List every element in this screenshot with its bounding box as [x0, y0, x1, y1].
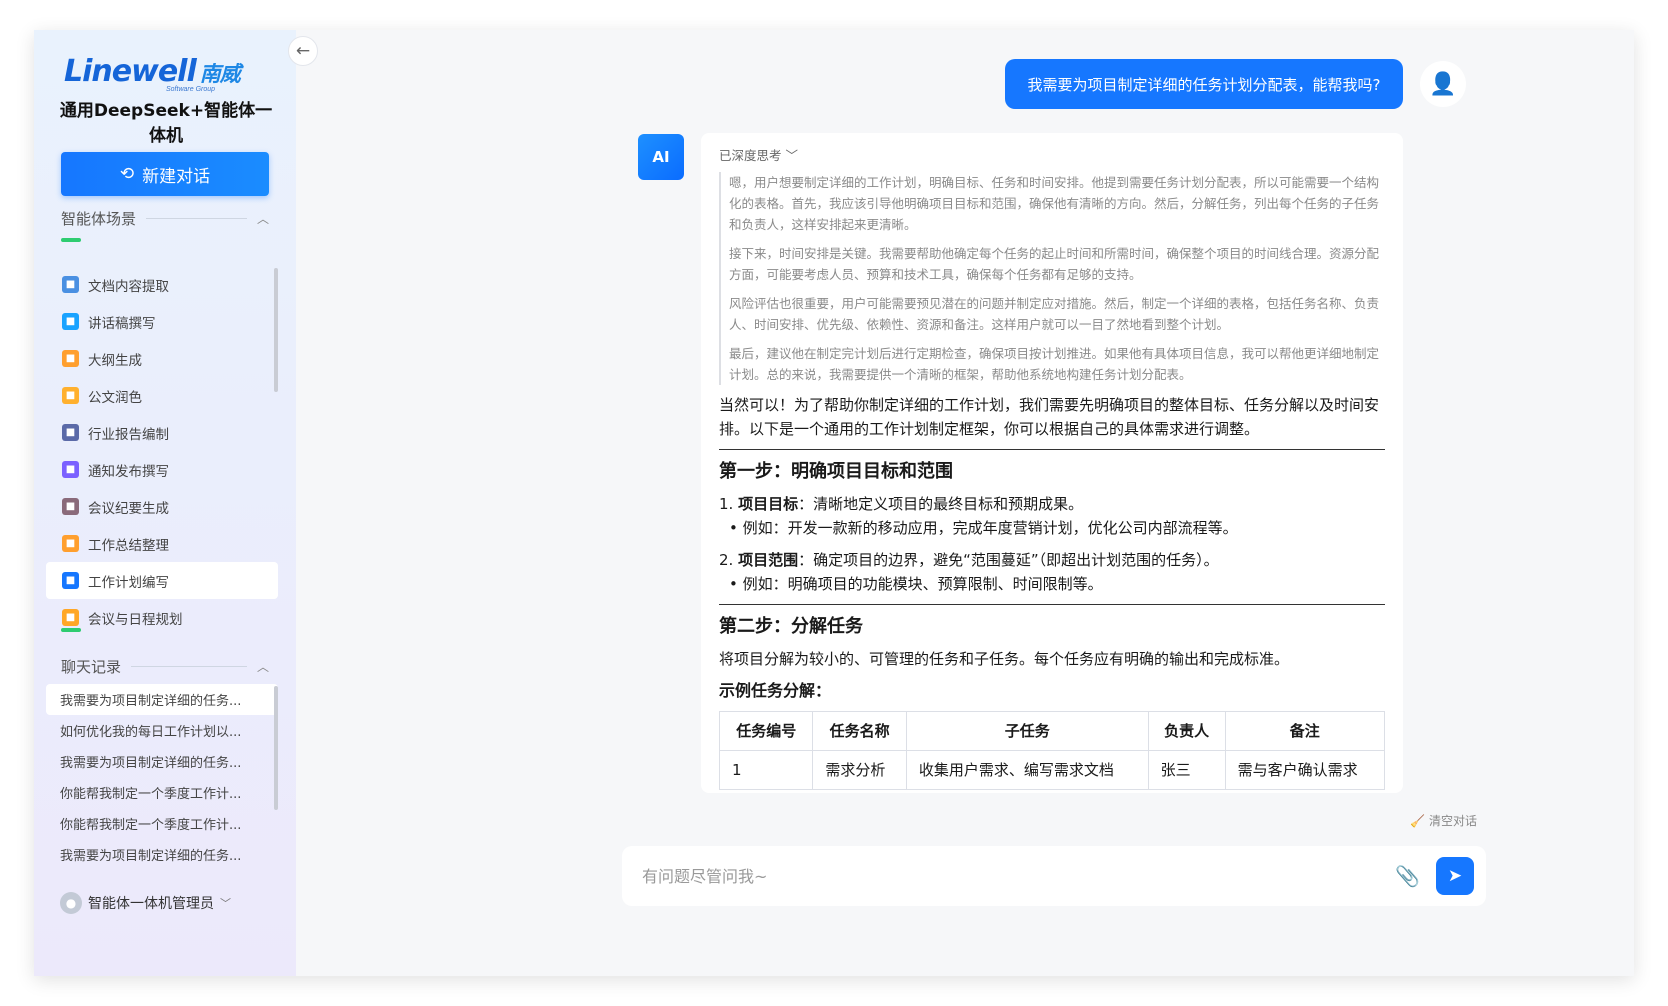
history-item[interactable]: 我需要为项目制定详细的任务...	[46, 746, 278, 777]
polish-icon: ■	[62, 387, 79, 404]
think-paragraph: 最后，建议他在制定完计划后进行定期检查，确保项目按计划推进。如果他有具体项目信息…	[729, 346, 1380, 382]
step2-title: 第二步：分解任务	[719, 616, 863, 637]
attachment-icon[interactable]: 📎	[1395, 864, 1420, 888]
step2-text: 将项目分解为较小的、可管理的任务和子任务。每个任务应有明确的输出和完成标准。	[719, 650, 1290, 668]
scene-section-header[interactable]: 智能体场景 ︿	[61, 208, 269, 229]
history-scrollbar[interactable]	[274, 686, 278, 810]
table-row: 1 需求分析 收集用户需求、编写需求文档 张三 需与客户确认需求	[718, 750, 1386, 790]
minutes-icon: ■	[62, 498, 79, 515]
clear-chat-button[interactable]: 🧹 清空对话	[1410, 812, 1477, 829]
table-header-cell: 任务名称	[812, 711, 907, 751]
user-avatar-icon: 👤	[1420, 61, 1466, 107]
user-message-bubble: 我需要为项目制定详细的任务计划分配表，能帮我吗?	[1005, 59, 1403, 109]
scene-item-label: 大纲生成	[88, 352, 142, 369]
scene-item[interactable]: ■ 讲话稿撰写	[46, 303, 278, 340]
scene-item[interactable]: ■ 文档内容提取	[46, 266, 278, 303]
chat-input[interactable]	[642, 866, 1396, 886]
step1-item1: 1. 项目目标：清晰地定义项目的最终目标和预期成果。	[719, 495, 1084, 513]
table-title: 示例任务分解：	[719, 681, 832, 700]
scroll-indicator-bottom	[61, 628, 81, 632]
scene-item-label: 会议与日程规划	[88, 611, 183, 628]
history-item[interactable]: 如何优化我的每日工作计划以...	[46, 715, 278, 746]
task-table: 任务编号 任务名称 子任务 负责人 备注 1 需求分析 收集用户需求、编写需求文档 张三 需与客…	[718, 711, 1386, 790]
step1-item1-example: • 例如：开发一款新的移动应用，完成年度营销计划，优化公司内部流程等。	[729, 519, 1238, 537]
scene-item-label: 会议纪要生成	[88, 500, 169, 517]
speech-icon: ■	[62, 313, 79, 330]
plan-icon: ■	[62, 572, 79, 589]
scene-item-label: 公文润色	[88, 389, 142, 406]
scene-item-label: 文档内容提取	[88, 278, 169, 295]
answer-content: 当然可以！为了帮助你制定详细的工作计划，我们需要先明确项目的整体目标、任务分解以…	[718, 393, 1386, 790]
chevron-up-icon[interactable]: ︿	[257, 658, 269, 675]
user-menu[interactable]: ● 智能体一体机管理员 ﹀	[60, 892, 231, 914]
scene-item[interactable]: ■ 公文润色	[46, 377, 278, 414]
report-icon: ■	[62, 424, 79, 441]
think-paragraph: 嗯，用户想要制定详细的工作计划，明确目标、任务和时间安排。他提到需要任务计划分配…	[729, 175, 1380, 232]
user-avatar-icon: ●	[60, 892, 82, 914]
sidebar: Linewell 南威 Software Group 通用DeepSeek+智能体…	[34, 30, 296, 976]
step1-title: 第一步：明确项目目标和范围	[719, 461, 953, 482]
scene-item-label: 工作总结整理	[88, 537, 169, 554]
scene-list: ■ 文档内容提取 ■ 讲话稿撰写 ■ 大纲生成 ■ 公文润色 ■ 行业报告编制 ■ 通知发布撰写 ■ 会议…	[46, 266, 278, 636]
chat-input-box: 📎 ➤	[622, 846, 1486, 906]
send-button[interactable]: ➤	[1436, 857, 1474, 895]
scene-item[interactable]: ■ 行业报告编制	[46, 414, 278, 451]
ai-response-card: 已深度思考 ﹀ 嗯，用户想要制定详细的工作计划，明确目标、任务和时间安排。他提到…	[701, 133, 1403, 793]
history-item[interactable]: 我需要为项目制定详细的任务...	[46, 839, 278, 870]
scene-item-label: 通知发布撰写	[88, 463, 169, 480]
scene-item-label: 行业报告编制	[88, 426, 169, 443]
step1-item2: 2. 项目范围：确定项目的边界，避免“范围蔓延”（即超出计划范围的任务）。	[719, 551, 1219, 569]
table-header-cell: 子任务	[905, 711, 1149, 751]
history-section-header[interactable]: 聊天记录 ︿	[61, 656, 269, 677]
document-extract-icon: ■	[62, 276, 79, 293]
broom-icon: 🧹	[1410, 813, 1425, 828]
new-chat-icon: ⟲	[119, 164, 135, 184]
chevron-up-icon[interactable]: ︿	[257, 210, 269, 227]
table-header-cell: 负责人	[1147, 711, 1226, 751]
scene-item-label: 工作计划编写	[88, 574, 169, 591]
scene-item-label: 讲话稿撰写	[88, 315, 156, 332]
table-cell: 需求分析	[812, 750, 907, 790]
table-cell: 收集用户需求、编写需求文档	[905, 750, 1149, 790]
table-cell: 1	[718, 750, 814, 790]
brand-logo-sub: Software Group	[166, 86, 216, 93]
app-name: 通用DeepSeek+智能体一体机	[59, 101, 273, 146]
history-item[interactable]: 你能帮我制定一个季度工作计...	[46, 777, 278, 808]
table-header-cell: 任务编号	[718, 711, 814, 751]
scene-item[interactable]: ■ 工作计划编写	[46, 562, 278, 599]
think-content: 嗯，用户想要制定详细的工作计划，明确目标、任务和时间安排。他提到需要任务计划分配…	[719, 172, 1385, 385]
summary-icon: ■	[62, 535, 79, 552]
new-chat-button[interactable]: ⟲ 新建对话	[61, 152, 269, 196]
table-header-cell: 备注	[1224, 711, 1386, 751]
scene-item[interactable]: ■ 大纲生成	[46, 340, 278, 377]
history-list: 我需要为项目制定详细的任务... 如何优化我的每日工作计划以... 我需要为项目制定…	[46, 684, 278, 870]
scene-item[interactable]: ■ 工作总结整理	[46, 525, 278, 562]
schedule-icon: ■	[62, 609, 79, 626]
send-icon: ➤	[1447, 866, 1463, 886]
chevron-down-icon: ﹀	[785, 148, 799, 163]
brand-logo: Linewell 南威	[64, 54, 241, 89]
back-arrow-icon[interactable]: ←	[288, 36, 318, 66]
table-cell: 张三	[1147, 750, 1226, 790]
scroll-indicator	[61, 238, 81, 242]
scene-item[interactable]: ■ 通知发布撰写	[46, 451, 278, 488]
scene-item[interactable]: ■ 会议纪要生成	[46, 488, 278, 525]
outline-icon: ■	[62, 350, 79, 367]
step1-item2-example: • 例如：明确项目的功能模块、预算限制、时间限制等。	[729, 575, 1103, 593]
ai-avatar: AI	[638, 134, 684, 180]
deep-think-toggle[interactable]: 已深度思考 ﹀	[719, 145, 1385, 164]
think-paragraph: 风险评估也很重要，用户可能需要预见潜在的问题并制定应对措施。然后，制定一个详细的…	[729, 296, 1380, 332]
table-cell: 需与客户确认需求	[1224, 750, 1386, 790]
history-item[interactable]: 我需要为项目制定详细的任务...	[46, 684, 278, 715]
app-window: Linewell 南威 Software Group 通用DeepSeek+智能体…	[34, 30, 1634, 976]
history-item[interactable]: 你能帮我制定一个季度工作计...	[46, 808, 278, 839]
chevron-down-icon: ﹀	[220, 897, 231, 910]
scene-scrollbar[interactable]	[274, 268, 278, 392]
think-paragraph: 接下来，时间安排是关键。我需要帮助他确定每个任务的起止时间和所需时间，确保整个项…	[729, 246, 1380, 282]
notice-icon: ■	[62, 461, 79, 478]
answer-intro: 当然可以！为了帮助你制定详细的工作计划，我们需要先明确项目的整体目标、任务分解以…	[719, 396, 1380, 438]
